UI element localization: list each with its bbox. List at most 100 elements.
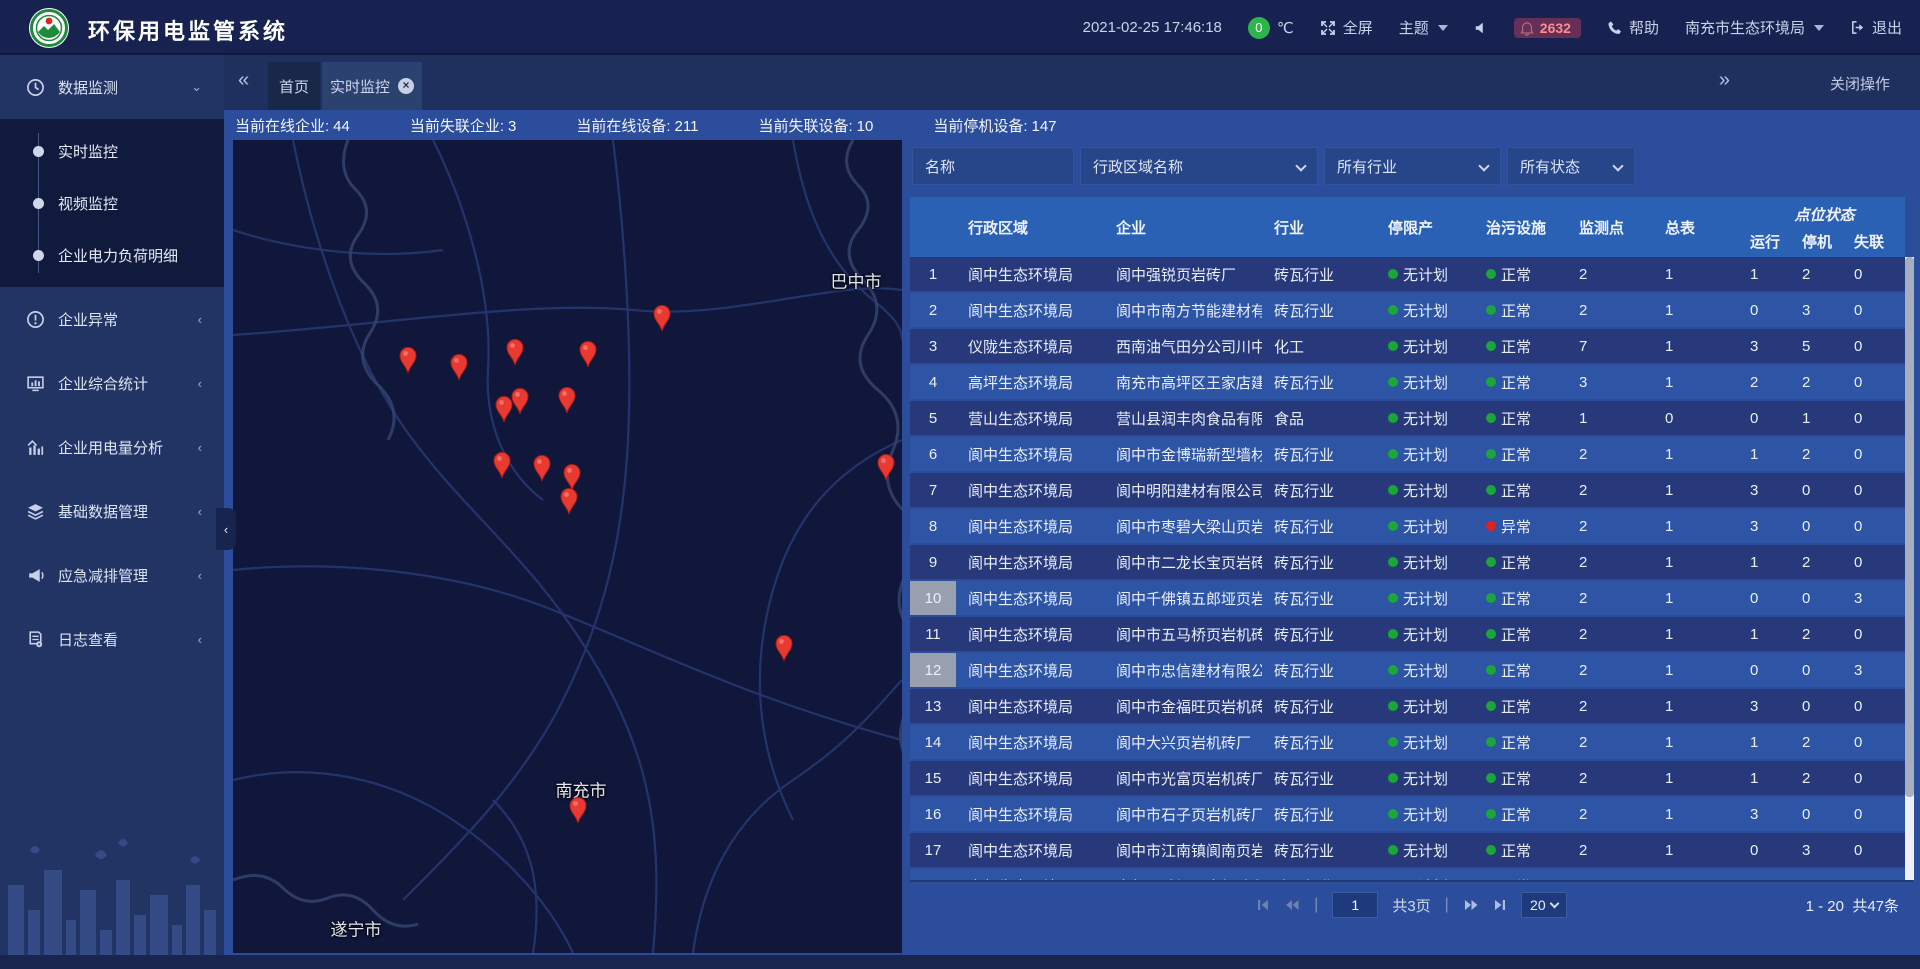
map-pin-icon[interactable] [568,796,588,824]
table-row[interactable]: 10阆中生态环境局阆中千佛镇五郎垭页岩砖瓦行业无计划正常21003 [910,581,1905,615]
cell-industry: 食品 [1262,401,1376,435]
org-dropdown[interactable]: 南充市生态环境局 [1685,17,1824,38]
cell-halt-count: 0 [1796,797,1848,831]
page-size-select[interactable]: 20 [1521,892,1567,918]
temperature-display: 0 ℃ [1248,17,1294,39]
first-page-icon[interactable] [1256,898,1270,912]
sidebar-item-1[interactable]: 企业异常‹ [0,287,224,351]
table-row[interactable]: 8阆中生态环境局阆中市枣碧大梁山页岩砖瓦行业无计划异常21300 [910,509,1905,543]
cell-run-count: 3 [1744,689,1796,723]
map-pin-icon[interactable] [876,453,896,481]
region-select[interactable]: 行政区域名称 [1080,147,1318,185]
stat-value: 147 [1032,118,1057,135]
table-row[interactable]: 6阆中生态环境局阆中市金博瑞新型墙材砖瓦行业无计划正常21120 [910,437,1905,471]
map-panel[interactable]: 巴中市南充市遂宁市 [233,140,902,953]
table-row[interactable]: 2阆中生态环境局阆中市南方节能建材有砖瓦行业无计划正常21030 [910,293,1905,327]
prev-page-icon[interactable] [1284,898,1300,912]
industry-select[interactable]: 所有行业 [1324,147,1501,185]
cell-industry: 砖瓦行业 [1262,869,1376,880]
map-pin-icon[interactable] [492,451,512,479]
tab-home[interactable]: 首页 [268,62,320,110]
table-row[interactable]: 13阆中生态环境局阆中市金福旺页岩机砖砖瓦行业无计划正常21300 [910,689,1905,723]
sidebar-item-5[interactable]: 应急减排管理‹ [0,543,224,607]
stat-label: 当前在线企业: [235,118,329,135]
table-row[interactable]: 17阆中生态环境局阆中市江南镇阆南页岩砖瓦行业无计划正常21030 [910,833,1905,867]
mute-button[interactable] [1474,21,1488,35]
table-row[interactable]: 5营山生态环境局营山县润丰肉食品有限食品无计划正常10010 [910,401,1905,435]
cell-stop-status: 无计划 [1376,257,1474,291]
close-operations-button[interactable]: 关闭操作 [1830,73,1890,94]
cell-facility-status: 正常 [1474,437,1576,471]
table-row[interactable]: 9阆中生态环境局阆中市二龙长宝页岩砖砖瓦行业无计划正常21120 [910,545,1905,579]
status-select[interactable]: 所有状态 [1507,147,1635,185]
tabs-scroll-right-icon[interactable]: » [1719,69,1730,92]
sidebar-item-6[interactable]: 日志查看‹ [0,607,224,671]
sidebar-item-0[interactable]: 数据监测⌄ [0,55,224,119]
table-row[interactable]: 16阆中生态环境局阆中市石子页岩机砖厂砖瓦行业无计划正常21300 [910,797,1905,831]
cell-stop-status: 无计划 [1376,653,1474,687]
table-row[interactable]: 7阆中生态环境局阆中明阳建材有限公司砖瓦行业无计划正常21300 [910,473,1905,507]
status-dot-icon [1486,737,1496,747]
stat-label: 当前停机设备: [933,118,1027,135]
table-row[interactable]: 15阆中生态环境局阆中市光富页岩机砖厂砖瓦行业无计划正常21120 [910,761,1905,795]
table-row[interactable]: 11阆中生态环境局阆中市五马桥页岩机砖砖瓦行业无计划正常21120 [910,617,1905,651]
scrollbar-thumb[interactable] [1905,257,1914,797]
sidebar-item-2[interactable]: 企业综合统计‹ [0,351,224,415]
cell-halt-count: 0 [1796,689,1848,723]
status-dot-icon [1388,305,1398,315]
cell-halt-count: 2 [1796,437,1848,471]
map-pin-icon[interactable] [398,346,418,374]
close-tab-icon[interactable]: × [398,78,414,94]
next-page-icon[interactable] [1463,898,1479,912]
tabs-scroll-left-icon[interactable]: « [238,69,249,92]
table-row[interactable]: 18南部生态环境局南部县碑垭页岩机砖有砖瓦行业无计划正常62060 [910,869,1905,880]
last-page-icon[interactable] [1493,898,1507,912]
table-row[interactable]: 12阆中生态环境局阆中市忠信建材有限公砖瓦行业无计划正常21003 [910,653,1905,687]
help-button[interactable]: 帮助 [1607,17,1659,38]
table-row[interactable]: 4高坪生态环境局南充市高坪区王家店建砖瓦行业无计划正常31220 [910,365,1905,399]
map-pin-icon[interactable] [505,338,525,366]
map-pin-icon[interactable] [510,387,530,415]
fullscreen-button[interactable]: 全屏 [1320,17,1373,38]
map-pin-icon[interactable] [652,304,672,332]
map-pin-icon[interactable] [449,353,469,381]
table-scrollbar[interactable] [1905,257,1914,880]
status-dot-icon [1486,341,1496,351]
sidebar-subitem-0[interactable]: 实时监控 [0,125,224,177]
tab-realtime-monitor[interactable]: 实时监控 × [322,62,422,110]
map-pin-icon[interactable] [774,634,794,662]
cell-num: 10 [910,581,956,615]
cell-lost-count: 0 [1848,725,1905,759]
table-row[interactable]: 1阆中生态环境局阆中强锐页岩砖厂砖瓦行业无计划正常21120 [910,257,1905,291]
cell-company: 阆中市枣碧大梁山页岩 [1104,509,1262,543]
chevron-left-icon: ‹ [198,440,202,455]
theme-dropdown[interactable]: 主题 [1399,17,1448,38]
cell-industry: 砖瓦行业 [1262,545,1376,579]
sidebar-subitem-2[interactable]: 企业电力负荷明细 [0,229,224,281]
status-dot-icon [1486,809,1496,819]
sidebar-item-4[interactable]: 基础数据管理‹ [0,479,224,543]
sidebar-item-3[interactable]: 企业用电量分析‹ [0,415,224,479]
name-search-input[interactable]: 名称 [912,147,1074,185]
cell-company: 阆中市五马桥页岩机砖 [1104,617,1262,651]
map-pin-icon[interactable] [557,386,577,414]
map-pin-icon[interactable] [559,487,579,515]
temperature-badge: 0 [1248,17,1270,39]
status-dot-icon [1486,665,1496,675]
sidebar-item-label: 数据监测 [58,77,118,98]
stat-value: 3 [508,118,516,135]
map-pin-icon[interactable] [578,340,598,368]
cell-meter-count: 1 [1662,761,1744,795]
status-dot-icon [1388,701,1398,711]
notification-badge[interactable]: 2632 [1514,18,1581,38]
table-row[interactable]: 3仪陇生态环境局西南油气田分公司川中化工无计划正常71350 [910,329,1905,363]
table-row[interactable]: 14阆中生态环境局阆中大兴页岩机砖厂砖瓦行业无计划正常21120 [910,725,1905,759]
sidebar-subitem-1[interactable]: 视频监控 [0,177,224,229]
logout-button[interactable]: 退出 [1850,17,1902,38]
map-pin-icon[interactable] [532,454,552,482]
cell-lost-count: 0 [1848,797,1905,831]
cell-stop-status: 无计划 [1376,329,1474,363]
sidebar-collapse-button[interactable]: ‹ [216,508,236,550]
page-number-input[interactable] [1332,892,1378,918]
cell-monitor-count: 2 [1576,833,1662,867]
